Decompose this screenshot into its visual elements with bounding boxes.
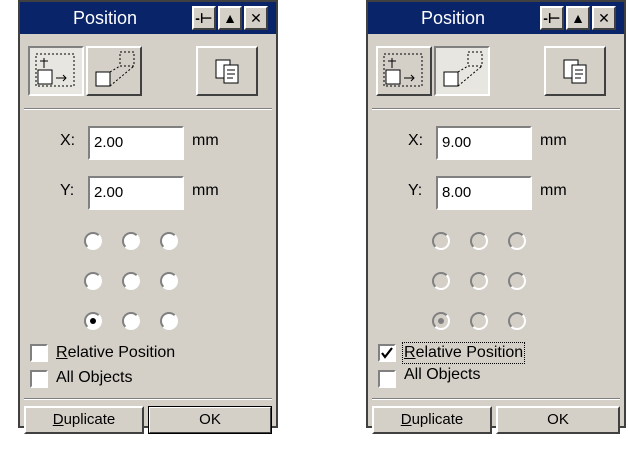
y-label: Y: bbox=[408, 182, 423, 199]
mnemonic-d: D bbox=[400, 411, 412, 428]
relative-position-icon bbox=[443, 51, 483, 87]
x-unit-label: mm bbox=[540, 132, 567, 149]
radio-dot bbox=[438, 318, 444, 324]
y-label: Y: bbox=[60, 182, 75, 199]
pin-button[interactable]: -⊢ bbox=[540, 6, 564, 30]
relative-position-text: elative Position bbox=[415, 344, 524, 361]
divider bbox=[24, 398, 272, 400]
paste-attributes-button[interactable] bbox=[196, 46, 258, 96]
title-bar[interactable]: Position -⊢ ▲ ✕ bbox=[368, 2, 624, 34]
position-docker-left: Position -⊢ ▲ ✕ X: 2.00 mm Y: 2.00 mm Re… bbox=[18, 0, 278, 434]
pin-icon: -⊢ bbox=[195, 10, 213, 26]
anchor-middle-right-radio bbox=[508, 272, 526, 290]
close-button[interactable]: ✕ bbox=[592, 6, 616, 30]
pin-icon: -⊢ bbox=[543, 10, 561, 26]
mnemonic-d: D bbox=[52, 411, 64, 428]
x-unit-label: mm bbox=[192, 132, 219, 149]
paste-attributes-button[interactable] bbox=[544, 46, 606, 96]
docker-title: Position bbox=[420, 8, 486, 28]
relative-position-text: elative Position bbox=[67, 344, 176, 361]
absolute-position-icon bbox=[383, 53, 423, 87]
docker-title: Position bbox=[72, 8, 138, 28]
relative-position-checkbox[interactable] bbox=[378, 344, 396, 362]
anchor-bottom-left-radio[interactable] bbox=[84, 312, 102, 330]
ok-button[interactable]: OK bbox=[148, 406, 272, 434]
duplicate-button[interactable]: Duplicate bbox=[372, 406, 492, 434]
title-bar[interactable]: Position -⊢ ▲ ✕ bbox=[20, 2, 276, 34]
y-unit-label: mm bbox=[540, 182, 567, 199]
anchor-bottom-left-radio bbox=[432, 312, 450, 330]
relative-position-label[interactable]: Relative Position bbox=[56, 344, 175, 362]
x-label: X: bbox=[60, 132, 76, 149]
anchor-top-right-radio bbox=[508, 232, 526, 250]
radio-dot bbox=[90, 318, 96, 324]
duplicate-text: uplicate bbox=[411, 411, 464, 428]
anchor-middle-left-radio bbox=[432, 272, 450, 290]
anchor-bottom-center-radio[interactable] bbox=[122, 312, 140, 330]
anchor-top-center-radio bbox=[470, 232, 488, 250]
pin-button[interactable]: -⊢ bbox=[192, 6, 216, 30]
anchor-center-radio bbox=[470, 272, 488, 290]
relative-position-label[interactable]: Relative Position bbox=[401, 342, 526, 364]
all-objects-checkbox[interactable] bbox=[378, 370, 396, 388]
x-label: X: bbox=[408, 132, 424, 149]
rollup-button[interactable]: ▲ bbox=[218, 6, 242, 30]
triangle-up-icon: ▲ bbox=[571, 10, 585, 26]
relative-position-mode-button[interactable] bbox=[434, 46, 490, 96]
position-docker-right: Position -⊢ ▲ ✕ X: 9.00 mm Y: 8.00 mm Re… bbox=[366, 0, 626, 434]
checkmark-icon bbox=[381, 347, 393, 359]
y-unit-label: mm bbox=[192, 182, 219, 199]
anchor-top-right-radio[interactable] bbox=[160, 232, 178, 250]
y-position-input[interactable]: 2.00 bbox=[88, 176, 184, 210]
divider bbox=[24, 108, 272, 110]
anchor-middle-right-radio[interactable] bbox=[160, 272, 178, 290]
absolute-position-mode-button[interactable] bbox=[28, 46, 84, 96]
anchor-bottom-right-radio bbox=[508, 312, 526, 330]
close-icon: ✕ bbox=[250, 10, 262, 26]
all-objects-label[interactable]: All Objects bbox=[56, 369, 132, 387]
clipboard-copy-icon bbox=[563, 59, 587, 84]
divider bbox=[372, 398, 620, 400]
mnemonic-r: R bbox=[404, 344, 416, 361]
anchor-top-center-radio[interactable] bbox=[122, 232, 140, 250]
absolute-position-icon bbox=[35, 53, 75, 87]
rollup-button[interactable]: ▲ bbox=[566, 6, 590, 30]
y-position-input[interactable]: 8.00 bbox=[436, 176, 532, 210]
all-objects-label[interactable]: All Objects bbox=[404, 366, 480, 384]
clipboard-copy-icon bbox=[215, 59, 239, 84]
relative-position-mode-button[interactable] bbox=[86, 46, 142, 96]
anchor-center-radio[interactable] bbox=[122, 272, 140, 290]
close-icon: ✕ bbox=[598, 10, 610, 26]
divider bbox=[372, 108, 620, 110]
ok-button[interactable]: OK bbox=[496, 406, 620, 434]
duplicate-button[interactable]: Duplicate bbox=[24, 406, 144, 434]
anchor-top-left-radio bbox=[432, 232, 450, 250]
close-button[interactable]: ✕ bbox=[244, 6, 268, 30]
duplicate-text: uplicate bbox=[63, 411, 116, 428]
anchor-middle-left-radio[interactable] bbox=[84, 272, 102, 290]
mnemonic-r: R bbox=[56, 344, 68, 361]
anchor-top-left-radio[interactable] bbox=[84, 232, 102, 250]
anchor-bottom-center-radio bbox=[470, 312, 488, 330]
relative-position-checkbox[interactable] bbox=[30, 344, 48, 362]
all-objects-checkbox[interactable] bbox=[30, 370, 48, 388]
x-position-input[interactable]: 2.00 bbox=[88, 126, 184, 160]
absolute-position-mode-button[interactable] bbox=[376, 46, 432, 96]
relative-position-icon bbox=[95, 51, 135, 87]
triangle-up-icon: ▲ bbox=[223, 10, 237, 26]
x-position-input[interactable]: 9.00 bbox=[436, 126, 532, 160]
anchor-bottom-right-radio[interactable] bbox=[160, 312, 178, 330]
